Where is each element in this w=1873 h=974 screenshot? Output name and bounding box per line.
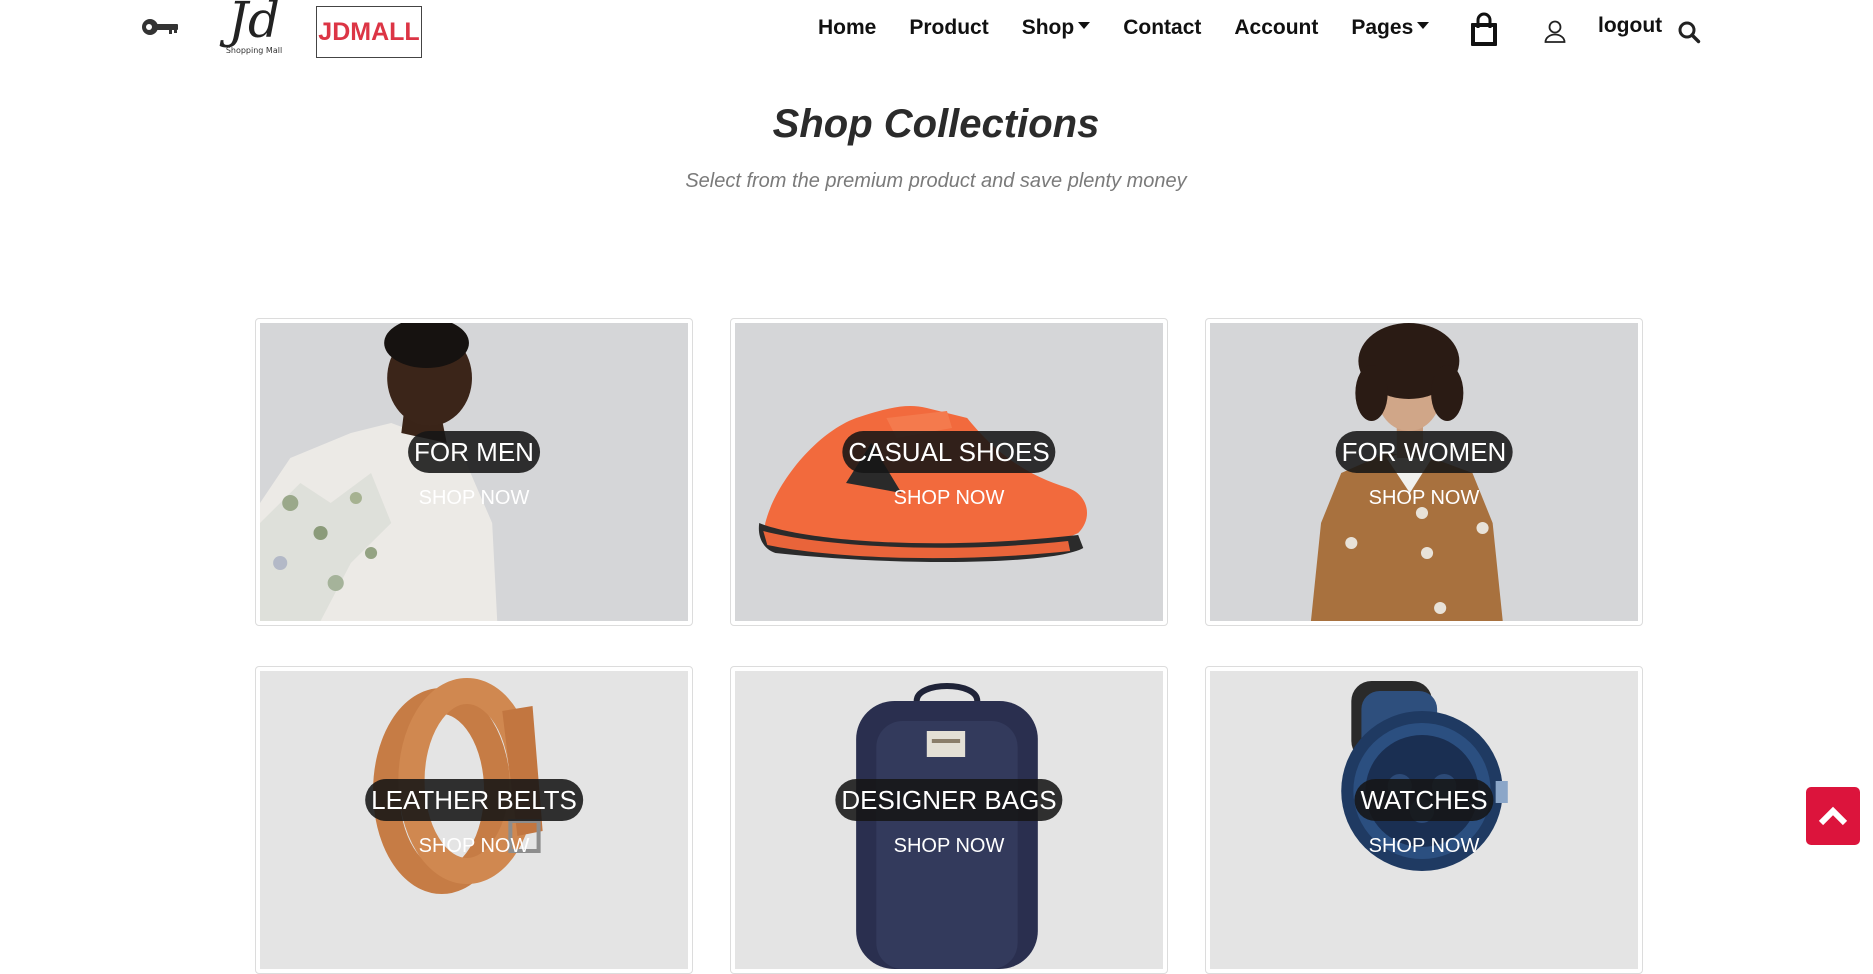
collection-card-bags[interactable]: DESIGNER BAGS SHOP NOW — [730, 666, 1168, 974]
collection-label: CASUAL SHOES — [842, 431, 1056, 473]
caret-down-icon — [1417, 21, 1430, 29]
nav-home-label: Home — [818, 16, 877, 39]
collection-image-belts: LEATHER BELTS SHOP NOW — [260, 671, 688, 969]
nav-account-label: Account — [1234, 16, 1319, 39]
collection-label: FOR WOMEN — [1335, 431, 1513, 473]
user-icon[interactable] — [1542, 18, 1568, 44]
page-subtitle: Select from the premium product and save… — [685, 170, 1187, 192]
nav-home[interactable]: Home — [818, 16, 876, 40]
shop-now-link[interactable]: SHOP NOW — [419, 487, 530, 510]
collection-image-bags: DESIGNER BAGS SHOP NOW — [735, 671, 1163, 969]
nav-shop-label: Shop — [1021, 16, 1075, 39]
nav-contact-label: Contact — [1123, 16, 1202, 39]
search-icon[interactable] — [1677, 20, 1701, 44]
logo-tagline: Shopping Mall — [225, 46, 283, 55]
collection-card-belts[interactable]: LEATHER BELTS SHOP NOW — [255, 666, 693, 974]
collection-image-men: FOR MEN SHOP NOW — [260, 323, 688, 621]
nav-shop-dropdown[interactable]: Shop — [1022, 16, 1091, 40]
chevron-up-icon — [1818, 806, 1848, 826]
collection-label: LEATHER BELTS — [365, 779, 583, 821]
jdmall-badge[interactable]: JDMALL — [316, 6, 422, 58]
collection-image-watches: WATCHES SHOP NOW — [1210, 671, 1638, 969]
main-nav: Home Product Shop Contact Account Pages — [818, 10, 1462, 46]
collection-card-women[interactable]: FOR WOMEN SHOP NOW — [1205, 318, 1643, 626]
caret-down-icon — [1078, 21, 1091, 29]
shop-now-link[interactable]: SHOP NOW — [419, 835, 530, 858]
shop-now-link[interactable]: SHOP NOW — [1369, 487, 1480, 510]
shopping-bag-icon[interactable] — [1468, 12, 1500, 48]
collection-label: DESIGNER BAGS — [835, 779, 1063, 821]
collection-card-shoes[interactable]: CASUAL SHOES SHOP NOW — [730, 318, 1168, 626]
collection-card-watches[interactable]: WATCHES SHOP NOW — [1205, 666, 1643, 974]
key-icon[interactable] — [140, 14, 182, 40]
brand-logo[interactable]: Jd Shopping Mall — [212, 0, 296, 76]
shop-now-link[interactable]: SHOP NOW — [1369, 835, 1480, 858]
collection-label: WATCHES — [1354, 779, 1494, 821]
back-to-top-button[interactable] — [1806, 787, 1860, 845]
navbar: Jd Shopping Mall JDMALL Home Product Sho… — [0, 0, 1873, 80]
nav-pages-dropdown[interactable]: Pages — [1351, 16, 1430, 40]
logout-link[interactable]: logout — [1598, 14, 1662, 38]
collection-image-shoes: CASUAL SHOES SHOP NOW — [735, 323, 1163, 621]
nav-pages-label: Pages — [1351, 16, 1414, 39]
nav-product[interactable]: Product — [909, 16, 988, 40]
logo-letters: Jd — [227, 0, 281, 49]
collection-label: FOR MEN — [408, 431, 540, 473]
collection-card-men[interactable]: FOR MEN SHOP NOW — [255, 318, 693, 626]
page-title: Shop Collections — [772, 102, 1100, 146]
collection-image-women: FOR WOMEN SHOP NOW — [1210, 323, 1638, 621]
nav-contact[interactable]: Contact — [1123, 16, 1201, 40]
nav-account[interactable]: Account — [1234, 16, 1318, 40]
shop-now-link[interactable]: SHOP NOW — [894, 487, 1005, 510]
shop-now-link[interactable]: SHOP NOW — [894, 835, 1005, 858]
nav-product-label: Product — [909, 16, 989, 39]
